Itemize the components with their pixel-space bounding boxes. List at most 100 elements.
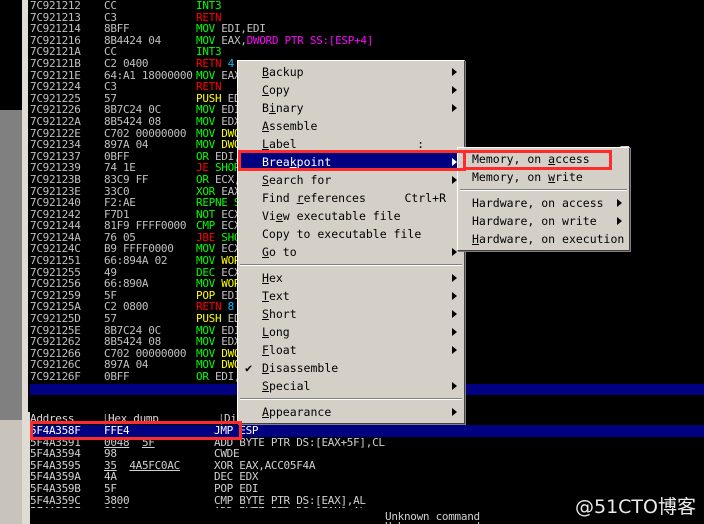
context-menu-item-label: Long	[262, 325, 290, 339]
context-menu-item-find-references[interactable]: Find references Ctrl+R	[238, 189, 464, 207]
context-menu-item-label: Label	[262, 137, 297, 151]
context-menu-item-label[interactable]: Label:	[238, 135, 464, 153]
breakpoint-submenu-separator	[460, 189, 627, 191]
context-menu-item-label: Assemble	[262, 119, 318, 133]
dump-hex: 4A	[104, 470, 117, 484]
context-menu-item-label: View executable file	[262, 209, 401, 223]
context-menu-item-go-to[interactable]: Go to	[238, 243, 464, 261]
context-menu-item-disassemble[interactable]: ✔ Disassemble	[238, 359, 464, 377]
dump-address: 5F4A359B	[30, 481, 81, 495]
watermark-text: @51CTO博客	[574, 496, 696, 518]
dump-hex: 5F	[104, 481, 117, 495]
context-menu-item-label: Backup	[262, 65, 304, 79]
context-menu-item-short[interactable]: Short	[238, 305, 464, 323]
submenu-arrow-icon	[617, 199, 622, 207]
disassembly-address: 7C92122A	[30, 114, 81, 128]
disassembly-address: 7C921251	[30, 254, 81, 268]
dump-row[interactable]: 5F4A359A 4A DEC EDX	[30, 471, 704, 483]
disassembly-hex: 8B5424 08	[104, 114, 161, 128]
context-menu-item-long[interactable]: Long	[238, 323, 464, 341]
disassembly-address: 7C92125D	[30, 312, 81, 326]
submenu-arrow-icon	[452, 68, 457, 76]
disassembly-row[interactable]: 7C921212 CC INT3	[30, 0, 704, 12]
context-menu-item-label: Go to	[262, 245, 297, 259]
window-frame-left-top	[0, 0, 22, 110]
breakpoint-submenu-item-hardware-on-execution[interactable]: Hardware, on execution	[458, 230, 629, 248]
disassembly-address: 7C921240	[30, 196, 81, 210]
breakpoint-submenu-item-label: Hardware, on access	[472, 196, 604, 210]
breakpoint-submenu-item-label: Memory, on access	[472, 152, 590, 166]
breakpoint-submenu-item-hardware-on-write[interactable]: Hardware, on write	[458, 212, 629, 230]
disassembly-hex: 897A 04	[104, 138, 149, 152]
breakpoint-submenu-item-memory-on-write[interactable]: Memory, on write	[458, 168, 629, 186]
window-frame-left-gray-lower	[0, 420, 22, 524]
disassembly-hex: 57	[104, 312, 117, 326]
context-menu-item-float[interactable]: Float	[238, 341, 464, 359]
context-menu-item-breakpoint[interactable]: Breakpoint	[238, 153, 464, 171]
context-menu-item-shortcut: Ctrl+R	[404, 191, 446, 205]
disassembly-hex: F2:AE	[104, 196, 136, 210]
dump-hex: 35 4A5FC0AC	[104, 458, 180, 472]
breakpoint-submenu-item-memory-on-access[interactable]: Memory, on access	[458, 150, 629, 168]
context-menu-separator	[240, 398, 462, 400]
context-menu-item-label: Special	[262, 379, 311, 393]
disassembly-address: 7C921224	[30, 80, 81, 94]
disassembly-hex: 83C9 FF	[104, 172, 149, 186]
dump-hex: 0048 5F	[104, 435, 155, 449]
context-menu-separator	[240, 264, 462, 266]
disassembly-address: 7C92126F	[30, 370, 81, 383]
submenu-arrow-icon	[452, 328, 457, 336]
breakpoint-submenu[interactable]: Memory, on access Memory, on write Hardwar…	[457, 147, 630, 251]
context-menu-item-view-executable-file[interactable]: View executable file	[238, 207, 464, 225]
context-menu-item-label: Disassemble	[262, 361, 339, 375]
breakpoint-submenu-item-hardware-on-access[interactable]: Hardware, on access	[458, 194, 629, 212]
context-menu-item-copy-to-executable-file[interactable]: Copy to executable file	[238, 225, 464, 243]
breakpoint-submenu-item-label: Hardware, on write	[472, 214, 597, 228]
dump-header-hexdump: Hex dump	[108, 412, 159, 425]
context-menu-item-label: Hex	[262, 271, 283, 285]
submenu-arrow-icon	[452, 104, 457, 112]
context-menu[interactable]: Backup Copy Binary Assemble Label: Breakpoint…	[237, 60, 465, 424]
checkmark-icon: ✔	[245, 361, 253, 375]
context-menu-item-text[interactable]: Text	[238, 287, 464, 305]
disassembly-row[interactable]: 7C921216 8B4424 04 MOV EAX,DWORD PTR SS:[E…	[30, 33, 704, 47]
dump-disassembly: ADD BYTE PTR DS:[EAX+5F],CL	[214, 435, 385, 449]
dump-address: 5F4A358F	[30, 425, 81, 437]
ollydbg-window: 7C921212 CC INT3 7C921213 C3 RETN 7C921214 8BFF…	[0, 0, 704, 524]
context-menu-item-label: Search for	[262, 173, 332, 187]
disassembly-address: 7C921212	[30, 0, 81, 12]
disassembly-mnemonic: MOV EAX,DWORD PTR SS:[ESP+4]	[196, 33, 374, 47]
dump-row[interactable]: 5F4A3595 35 4A5FC0AC XOR EAX,ACC05F4A	[30, 458, 704, 472]
context-menu-item-binary[interactable]: Binary	[238, 99, 464, 117]
submenu-arrow-icon	[617, 217, 622, 225]
submenu-arrow-icon	[452, 346, 457, 354]
context-menu-item-backup[interactable]: Backup	[238, 63, 464, 81]
context-menu-item-label: Binary	[262, 101, 304, 115]
context-menu-item-label: Find references	[262, 191, 366, 205]
context-menu-item-label: Breakpoint	[262, 155, 332, 169]
disassembly-hex: 8B4424 04	[104, 33, 161, 47]
context-menu-item-assemble[interactable]: Assemble	[238, 117, 464, 135]
context-menu-item-label: Appearance	[262, 405, 332, 419]
breakpoint-submenu-item-label: Hardware, on execution	[472, 232, 625, 246]
context-menu-item-appearance[interactable]: Appearance	[238, 403, 464, 421]
dump-row[interactable]: 5F4A3591 0048 5F ADD BYTE PTR DS:[EAX+5F],…	[30, 435, 704, 449]
disassembly-address: 7C921234	[30, 138, 81, 152]
context-menu-item-search-for[interactable]: Search for	[238, 171, 464, 189]
dump-disassembly: JMP ESP	[214, 425, 259, 437]
dump-pane-left-edge	[22, 412, 30, 524]
disassembly-hex: 66:894A 02	[104, 254, 168, 268]
context-menu-item-label: Float	[262, 343, 297, 357]
submenu-arrow-icon	[452, 292, 457, 300]
disassembly-address: 7C92123B	[30, 172, 81, 186]
context-menu-item-special[interactable]: Special	[238, 377, 464, 395]
disassembly-hex: 66:890A	[104, 277, 149, 291]
disassembly-hex: C2 0800	[104, 300, 149, 314]
context-menu-item-label: Copy to executable file	[262, 227, 422, 241]
submenu-arrow-icon	[452, 382, 457, 390]
context-menu-item-copy[interactable]: Copy	[238, 81, 464, 99]
disassembly-row[interactable]: 7C921213 C3 RETN	[30, 11, 704, 24]
context-menu-item-hex[interactable]: Hex	[238, 269, 464, 287]
context-menu-item-label: Short	[262, 307, 297, 321]
disassembly-address: 7C92121B	[30, 56, 81, 70]
